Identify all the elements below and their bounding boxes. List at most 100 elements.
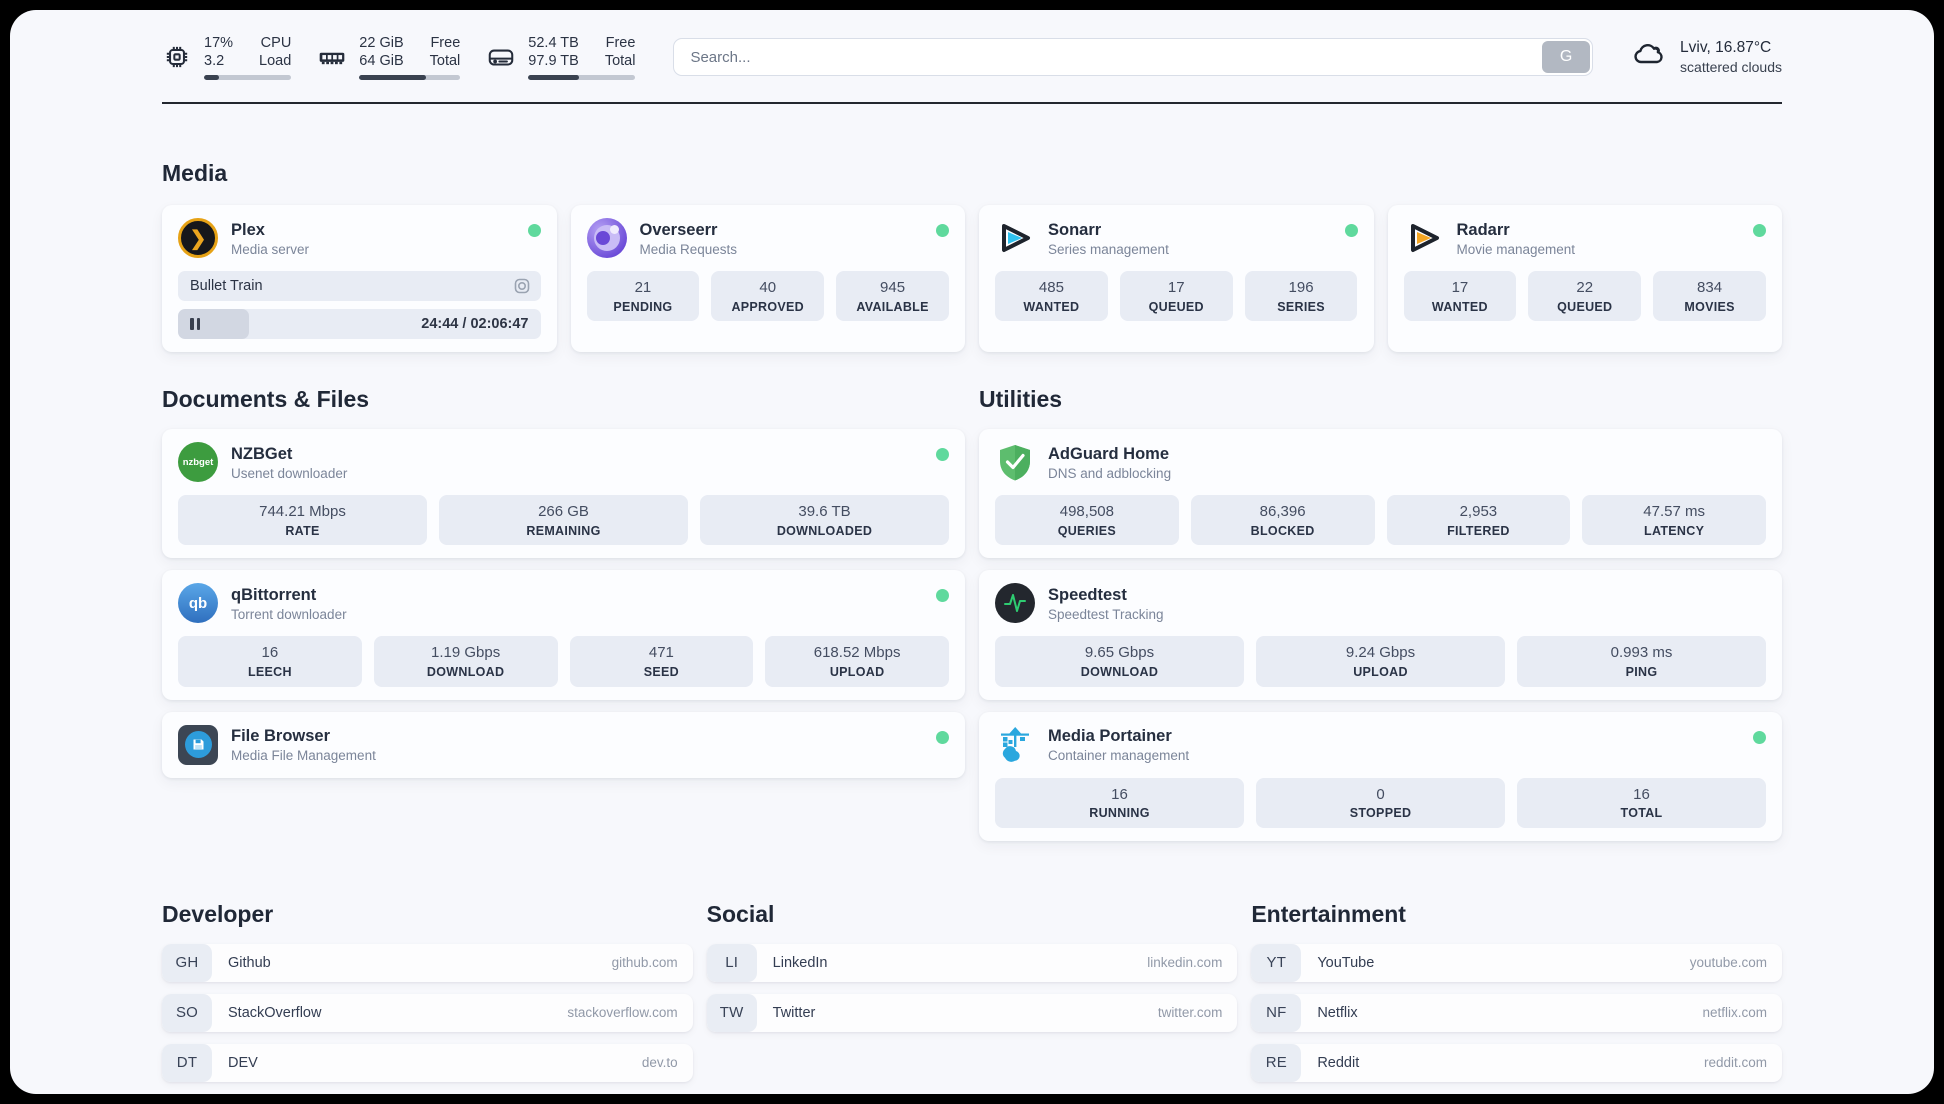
card-overseerr[interactable]: Overseerr Media Requests 21 PENDING 40 A… bbox=[570, 205, 965, 353]
link-twitter[interactable]: TW Twitter twitter.com bbox=[706, 993, 1238, 1032]
disk-icon bbox=[486, 42, 516, 72]
cloud-icon bbox=[1631, 37, 1667, 78]
stat-tile: 744.21 Mbps RATE bbox=[178, 495, 427, 546]
card-title: qBittorrent bbox=[231, 586, 317, 605]
disk-stat: 52.4 TB 97.9 TB Free Total bbox=[486, 34, 636, 81]
stat-tile: 16 RUNNING bbox=[995, 777, 1244, 828]
stat-tile: 17 QUEUED bbox=[1119, 271, 1233, 322]
status-dot bbox=[1753, 224, 1766, 238]
header-divider bbox=[162, 102, 1782, 105]
stat-tile: 22 QUEUED bbox=[1528, 271, 1642, 322]
status-dot bbox=[936, 224, 949, 238]
card-title: File Browser bbox=[231, 727, 331, 746]
card-filebrowser[interactable]: File Browser Media File Management bbox=[162, 711, 965, 778]
status-dot bbox=[936, 589, 949, 603]
section-title-documents: Documents & Files bbox=[162, 386, 370, 413]
card-title: Plex bbox=[231, 220, 265, 239]
now-playing-title: Bullet Train bbox=[190, 278, 263, 295]
link-youtube[interactable]: YT YouTube youtube.com bbox=[1251, 943, 1782, 982]
search-input[interactable] bbox=[673, 38, 1594, 77]
link-stackoverflow[interactable]: SO StackOverflow stackoverflow.com bbox=[162, 993, 693, 1032]
media-grid: ❯ Plex Media server Bullet Train 24:44 /… bbox=[162, 205, 1782, 353]
status-dot bbox=[1753, 730, 1766, 744]
dev-abbr-icon: DT bbox=[162, 1043, 212, 1082]
stat-tile: 0 STOPPED bbox=[1256, 777, 1505, 828]
stat-tile: 9.24 Gbps UPLOAD bbox=[1256, 636, 1505, 687]
pause-icon bbox=[190, 318, 200, 331]
link-github[interactable]: GH Github github.com bbox=[162, 943, 693, 982]
link-netflix[interactable]: NF Netflix netflix.com bbox=[1251, 993, 1782, 1032]
stat-tile: 16 LEECH bbox=[178, 636, 362, 687]
session-screen-icon[interactable] bbox=[513, 277, 531, 295]
section-title-media: Media bbox=[162, 160, 228, 187]
playback-progressbar: 24:44 / 02:06:47 bbox=[178, 309, 541, 340]
stackoverflow-abbr-icon: SO bbox=[162, 993, 212, 1032]
weather-condition: scattered clouds bbox=[1680, 59, 1782, 76]
cpu-load-value: 3.2 bbox=[204, 53, 225, 70]
stat-tile: 0.993 ms PING bbox=[1517, 636, 1766, 687]
stat-tile: 1.19 Gbps DOWNLOAD bbox=[373, 636, 558, 687]
card-subtitle: Series management bbox=[1048, 241, 1169, 257]
qbittorrent-icon: qb bbox=[178, 583, 218, 624]
cpu-usage-label: CPU bbox=[260, 35, 292, 51]
card-subtitle: Speedtest Tracking bbox=[1048, 606, 1164, 622]
memory-icon bbox=[317, 42, 347, 72]
stat-tile: 618.52 Mbps UPLOAD bbox=[765, 636, 949, 687]
card-subtitle: Media File Management bbox=[231, 747, 376, 763]
card-title: Media Portainer bbox=[1048, 727, 1172, 746]
stat-tile: 9.65 Gbps DOWNLOAD bbox=[995, 636, 1244, 687]
radarr-icon bbox=[1404, 218, 1444, 258]
card-subtitle: Media server bbox=[231, 241, 310, 257]
card-subtitle: Usenet downloader bbox=[231, 465, 348, 481]
nzbget-icon: nzbget bbox=[178, 442, 218, 483]
speedtest-icon bbox=[995, 583, 1035, 624]
card-plex[interactable]: ❯ Plex Media server Bullet Train 24:44 /… bbox=[162, 205, 557, 353]
card-sonarr[interactable]: Sonarr Series management 485 WANTED 17 Q… bbox=[979, 205, 1374, 353]
cpu-icon bbox=[162, 42, 192, 72]
card-subtitle: Container management bbox=[1048, 747, 1190, 763]
stat-tile: 834 MOVIES bbox=[1653, 271, 1766, 322]
section-title-developer: Developer bbox=[162, 900, 274, 927]
stat-tile: 498,508 QUERIES bbox=[995, 495, 1179, 546]
stat-tile: 17 WANTED bbox=[1403, 271, 1517, 322]
stat-tile: 21 PENDING bbox=[586, 271, 700, 322]
stat-tile: 40 APPROVED bbox=[711, 271, 825, 322]
card-nzbget[interactable]: nzbget NZBGet Usenet downloader 744.21 M… bbox=[162, 429, 965, 559]
social-column: Social LI LinkedIn linkedin.com TW Twitt… bbox=[706, 901, 1238, 1044]
card-adguard[interactable]: AdGuard Home DNS and adblocking 498,508 … bbox=[979, 429, 1782, 559]
card-portainer[interactable]: Media Portainer Container management 16 … bbox=[979, 711, 1782, 841]
cpu-usage-value: 17% bbox=[204, 35, 234, 51]
link-dev[interactable]: DT DEV dev.to bbox=[162, 1043, 693, 1082]
stat-tile: 47.57 ms LATENCY bbox=[1582, 495, 1766, 546]
dashboard-frame: 17% 3.2 CPU Load 22 GiB 64 GiB Free Tota… bbox=[10, 10, 1934, 1094]
card-subtitle: Movie management bbox=[1456, 241, 1576, 257]
netflix-abbr-icon: NF bbox=[1251, 993, 1302, 1032]
stat-tile: 86,396 BLOCKED bbox=[1190, 495, 1375, 546]
card-title: AdGuard Home bbox=[1048, 444, 1170, 463]
adguard-icon bbox=[995, 442, 1035, 482]
search-bar: G bbox=[673, 38, 1594, 77]
memory-progressbar bbox=[359, 75, 461, 81]
sonarr-icon bbox=[995, 218, 1035, 258]
card-radarr[interactable]: Radarr Movie management 17 WANTED 22 QUE… bbox=[1387, 205, 1782, 353]
memory-total-label: Total bbox=[429, 53, 461, 70]
utilities-column: Utilities AdGuard Home DNS and adblockin… bbox=[979, 386, 1782, 841]
card-subtitle: Torrent downloader bbox=[231, 606, 347, 622]
card-title: Speedtest bbox=[1048, 586, 1127, 605]
stat-tile: 16 TOTAL bbox=[1517, 777, 1766, 828]
system-stats: 17% 3.2 CPU Load 22 GiB 64 GiB Free Tota… bbox=[162, 34, 636, 81]
card-title: NZBGet bbox=[231, 444, 293, 463]
disk-total-label: Total bbox=[604, 53, 636, 70]
link-reddit[interactable]: RE Reddit reddit.com bbox=[1251, 1043, 1782, 1082]
link-linkedin[interactable]: LI LinkedIn linkedin.com bbox=[706, 943, 1238, 982]
status-dot bbox=[527, 224, 541, 238]
stat-tile: 945 AVAILABLE bbox=[836, 271, 949, 322]
search-engine-button[interactable]: G bbox=[1542, 41, 1591, 74]
card-title: Radarr bbox=[1456, 220, 1510, 239]
status-dot bbox=[936, 730, 949, 744]
card-speedtest[interactable]: Speedtest Speedtest Tracking 9.65 Gbps D… bbox=[979, 570, 1782, 700]
stat-tile: 266 GB REMAINING bbox=[439, 495, 688, 546]
card-subtitle: Media Requests bbox=[639, 241, 738, 257]
card-qbittorrent[interactable]: qb qBittorrent Torrent downloader 16 LEE… bbox=[162, 570, 965, 700]
memory-free-value: 22 GiB bbox=[359, 35, 404, 51]
